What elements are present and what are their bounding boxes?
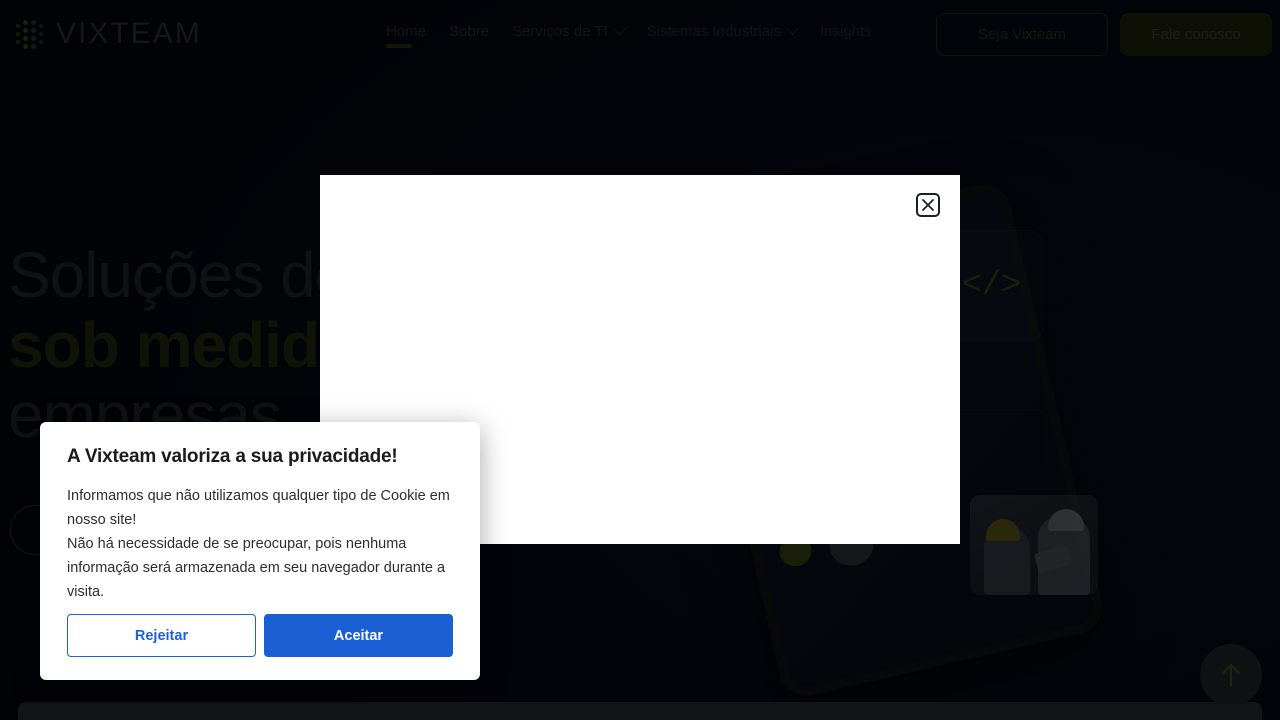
accept-cookies-button[interactable]: Aceitar [264, 614, 453, 657]
cookie-paragraph-1: Informamos que não utilizamos qualquer t… [67, 488, 450, 528]
cookie-dialog-actions: Rejeitar Aceitar [67, 614, 453, 657]
close-x-icon [922, 199, 934, 211]
cookie-consent-dialog: A Vixteam valoriza a sua privacidade! In… [40, 422, 480, 680]
close-icon[interactable] [916, 193, 940, 217]
cookie-paragraph-2: Não há necessidade de se preocupar, pois… [67, 536, 446, 600]
cookie-dialog-title: A Vixteam valoriza a sua privacidade! [67, 446, 398, 467]
cookie-dialog-body: Informamos que não utilizamos qualquer t… [67, 484, 453, 604]
reject-cookies-button[interactable]: Rejeitar [67, 614, 256, 657]
